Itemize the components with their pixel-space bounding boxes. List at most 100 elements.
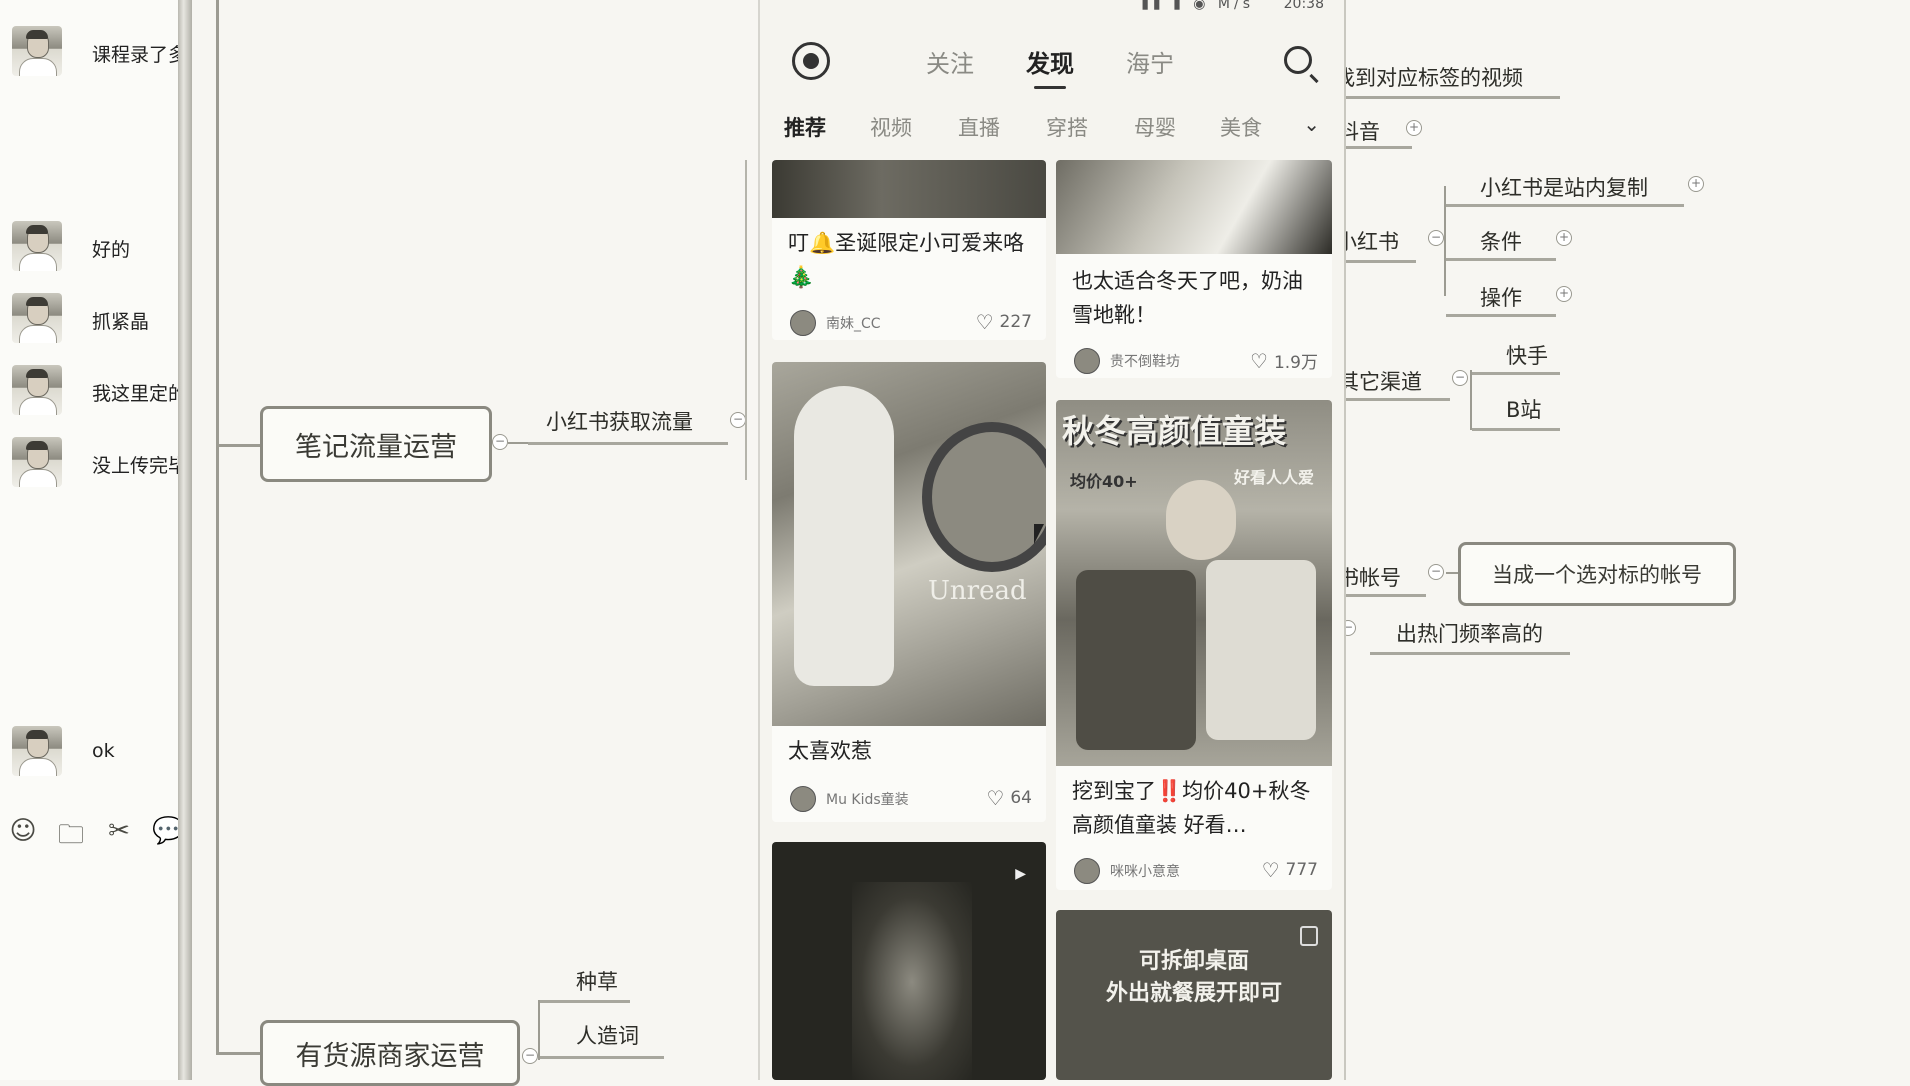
note-card[interactable]: 叮🔔圣诞限定小可爱来咯🎄 南妹_CC ♡ 227 [772, 160, 1046, 340]
note-card[interactable]: 也太适合冬天了吧，奶油雪地靴！ 贵不倒鞋坊 ♡ 1.9万 [1056, 160, 1332, 378]
mindmap-node-merchant-ops[interactable]: 有货源商家运营 [260, 1020, 520, 1086]
avatar[interactable] [12, 437, 62, 487]
tab-location[interactable]: 海宁 [1126, 44, 1174, 79]
heart-icon: ♡ [975, 310, 994, 334]
chat-bubble-icon[interactable]: 💬 [152, 816, 180, 860]
scissors-icon[interactable]: ✂ [104, 816, 134, 860]
category-tab[interactable]: 穿搭 [1046, 112, 1088, 142]
like-button[interactable]: ♡ 1.9万 [1250, 348, 1318, 374]
card-image: Unread [772, 362, 1046, 726]
emoji-icon[interactable]: ☺ [8, 816, 38, 860]
card-image: 秋冬高颜值童装 均价40+ 好看人人爱 [1056, 400, 1332, 766]
mindmap-node-operation[interactable]: 操作 [1480, 282, 1522, 312]
person-face-shape [1166, 480, 1236, 560]
like-button[interactable]: ♡ 64 [986, 786, 1032, 810]
chat-message: 我这里定的 [12, 365, 180, 417]
avatar [790, 786, 816, 812]
image-watermark: Unread [928, 576, 1027, 606]
author-name: Mu Kids童装 [826, 792, 909, 808]
mindmap-node-find-videos[interactable]: 找到对应标签的视频 [1334, 62, 1523, 92]
card-title: 挖到宝了‼️均价40+秋冬高颜值童装 好看… [1072, 779, 1311, 837]
tab-follow[interactable]: 关注 [926, 44, 974, 79]
collapse-toggle-icon[interactable]: − [1428, 230, 1444, 246]
author-name: 南妹_CC [826, 316, 881, 332]
node-underline [1446, 204, 1684, 207]
node-underline [1330, 96, 1560, 99]
avatar[interactable] [12, 221, 62, 271]
mindmap-node-xhs-account[interactable]: 书帐号 [1338, 562, 1401, 592]
mouse-cursor-icon [1034, 524, 1044, 544]
mindmap-node-other-channels[interactable]: 其它渠道 [1338, 366, 1422, 396]
category-tab[interactable]: 视频 [870, 112, 912, 142]
category-tab[interactable]: 推荐 [784, 112, 826, 142]
card-author[interactable]: 贵不倒鞋坊 [1074, 348, 1180, 374]
avatar[interactable] [12, 365, 62, 415]
mindmap-node-xhs-copy[interactable]: 小红书是站内复制 [1480, 172, 1648, 202]
avatar [790, 310, 816, 336]
folder-icon[interactable]: 🗀 [56, 816, 86, 860]
tab-discover[interactable]: 发现 [1026, 44, 1074, 89]
mindmap-node-benchmark-account[interactable]: 当成一个选对标的帐号 [1458, 542, 1736, 606]
avatar [1074, 858, 1100, 884]
collapse-toggle-icon[interactable]: − [1452, 370, 1468, 386]
collapse-toggle-icon[interactable]: − [522, 1048, 538, 1064]
mindmap-node-bilibili[interactable]: B站 [1506, 394, 1541, 424]
avatar[interactable] [12, 293, 62, 343]
chevron-down-icon[interactable]: ⌄ [1303, 112, 1320, 136]
card-author[interactable]: 南妹_CC [790, 310, 881, 336]
card-title: 叮🔔圣诞限定小可爱来咯🎄 [788, 231, 1025, 289]
card-author[interactable]: 咪咪小意意 [1074, 858, 1180, 884]
note-card[interactable]: Unread 太喜欢惹 Mu Kids童装 ♡ 64 [772, 362, 1046, 822]
note-card[interactable]: 可拆卸桌面 外出就餐展开即可 [1056, 910, 1332, 1080]
expand-toggle-icon[interactable]: + [1556, 286, 1572, 302]
category-bar: 推荐 视频 直播 穿搭 母婴 美食 ⌄ [760, 106, 1344, 146]
expand-toggle-icon[interactable]: + [1688, 176, 1704, 192]
mindmap-node-kuaishou[interactable]: 快手 [1506, 340, 1548, 370]
connector-line [508, 442, 528, 444]
top-navigation: 关注 发现 海宁 [760, 30, 1344, 90]
mindmap-node-zhongcao[interactable]: 种草 [576, 966, 618, 996]
author-name: 咪咪小意意 [1110, 864, 1180, 880]
mindmap-node-xhs-traffic[interactable]: 小红书获取流量 [546, 406, 693, 436]
note-card[interactable]: 秋冬高颜值童装 均价40+ 好看人人爱 挖到宝了‼️均价40+秋冬高颜值童装 好… [1056, 400, 1332, 890]
like-button[interactable]: ♡ 227 [976, 310, 1032, 334]
node-underline [528, 442, 728, 445]
note-card-video[interactable]: ▶ [772, 842, 1046, 1080]
chat-message-text: ok [92, 740, 115, 762]
status-time: 20:38 [1283, 0, 1324, 12]
like-count: 777 [1285, 860, 1318, 880]
node-underline [1330, 398, 1450, 401]
status-indicators: ▮▮ ▮ ◉ M/s [1141, 0, 1254, 12]
panel-splitter[interactable] [178, 0, 192, 1080]
child-figure-shape [794, 386, 894, 686]
collapse-toggle-icon[interactable]: − [1428, 564, 1444, 580]
card-author[interactable]: Mu Kids童装 [790, 786, 909, 812]
clothing-shape [1076, 570, 1196, 750]
live-camera-icon[interactable] [792, 42, 830, 80]
category-tab[interactable]: 直播 [958, 112, 1000, 142]
collapse-toggle-icon[interactable]: − [492, 434, 508, 450]
node-underline [540, 1056, 664, 1059]
expand-toggle-icon[interactable]: + [1406, 120, 1422, 136]
collapse-toggle-icon[interactable]: − [730, 412, 746, 428]
category-tab[interactable]: 母婴 [1134, 112, 1176, 142]
mindmap-node-note-traffic[interactable]: 笔记流量运营 [260, 406, 492, 482]
chat-message: 没上传完毕 [12, 437, 180, 489]
mindmap-node-condition[interactable]: 条件 [1480, 226, 1522, 256]
connector-line [216, 444, 260, 447]
like-count: 227 [999, 312, 1032, 332]
category-tab[interactable]: 美食 [1220, 112, 1262, 142]
mindmap-node-renzaoci[interactable]: 人造词 [576, 1020, 639, 1050]
chat-message-text: 课程录了多 [92, 44, 180, 66]
avatar[interactable] [12, 26, 62, 76]
node-underline [1446, 258, 1556, 261]
chat-panel: 课程录了多 好的 抓紧晶 我这里定的 没上传完毕 ok ☺ 🗀 ✂ 💬 [0, 0, 180, 1080]
mindmap-node-hot-frequency[interactable]: 出热门频率高的 [1396, 618, 1543, 648]
like-count: 64 [1010, 788, 1032, 808]
card-title: 也太适合冬天了吧，奶油雪地靴！ [1072, 269, 1303, 327]
avatar[interactable] [12, 726, 62, 776]
expand-toggle-icon[interactable]: + [1556, 230, 1572, 246]
chat-message: ok [12, 726, 180, 778]
search-icon[interactable] [1284, 46, 1319, 84]
like-button[interactable]: ♡ 777 [1262, 858, 1318, 882]
